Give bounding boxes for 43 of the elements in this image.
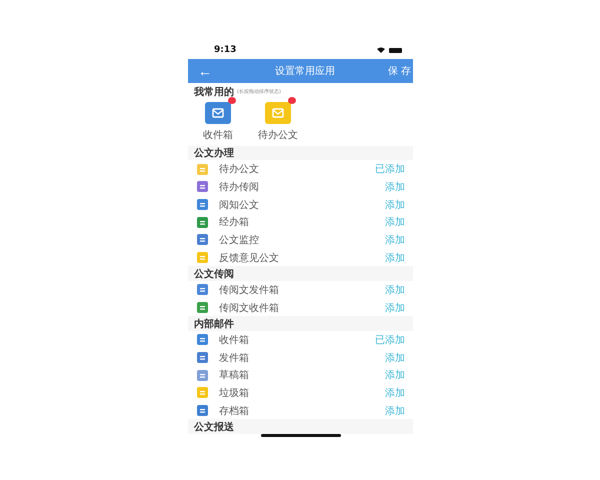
add-link[interactable]: 添加	[385, 232, 405, 247]
app-name: 经办箱	[219, 216, 250, 230]
add-link[interactable]: 添加	[385, 404, 405, 418]
app-tile[interactable]	[265, 102, 291, 124]
add-link[interactable]: 已添加	[375, 332, 405, 347]
app-name: 待办传阅	[219, 180, 260, 194]
remove-badge[interactable]	[288, 96, 296, 104]
app-label: 待办公文	[258, 128, 298, 142]
envelope-icon	[212, 108, 224, 118]
app-name: 垃圾箱	[219, 386, 250, 400]
add-link[interactable]: 添加	[385, 300, 405, 315]
add-link[interactable]: 添加	[385, 350, 405, 365]
save-button[interactable]: 保 存	[388, 64, 413, 78]
add-link[interactable]: 添加	[385, 368, 405, 382]
back-button[interactable]: ←	[188, 63, 222, 80]
add-link[interactable]: 添加	[385, 282, 405, 297]
status-time: 9:13	[214, 44, 236, 55]
section-title: 公文传阅	[194, 268, 234, 281]
app-name: 存档箱	[219, 404, 250, 418]
page-title: 设置常用应用	[274, 64, 336, 78]
app-name: 待办公文	[219, 162, 260, 176]
add-link[interactable]: 已添加	[375, 162, 405, 176]
add-link[interactable]: 添加	[385, 198, 405, 212]
app-tile[interactable]	[205, 102, 231, 124]
app-name: 收件箱	[219, 334, 250, 347]
section-title: 公文报送	[194, 420, 234, 434]
section-title: 内部邮件	[194, 318, 234, 331]
section-title: 公文办理	[194, 146, 234, 160]
add-link[interactable]: 添加	[385, 386, 405, 400]
section-title: 我常用的	[194, 86, 234, 99]
app-label: 收件箱	[203, 128, 233, 142]
app-name: 发件箱	[219, 352, 250, 365]
app-name: 阅知公文	[219, 198, 260, 212]
app-name: 公文监控	[219, 234, 260, 247]
envelope-icon	[272, 108, 284, 118]
add-link[interactable]: 添加	[385, 250, 405, 265]
app-name: 反馈意见公文	[219, 252, 280, 265]
app-name: 传阅文发件箱	[219, 284, 280, 297]
remove-badge[interactable]	[228, 96, 236, 104]
add-link[interactable]: 添加	[385, 180, 405, 194]
app-name: 草稿箱	[219, 368, 250, 382]
add-link[interactable]: 添加	[385, 215, 405, 230]
app-name: 传阅文收件箱	[219, 302, 280, 315]
